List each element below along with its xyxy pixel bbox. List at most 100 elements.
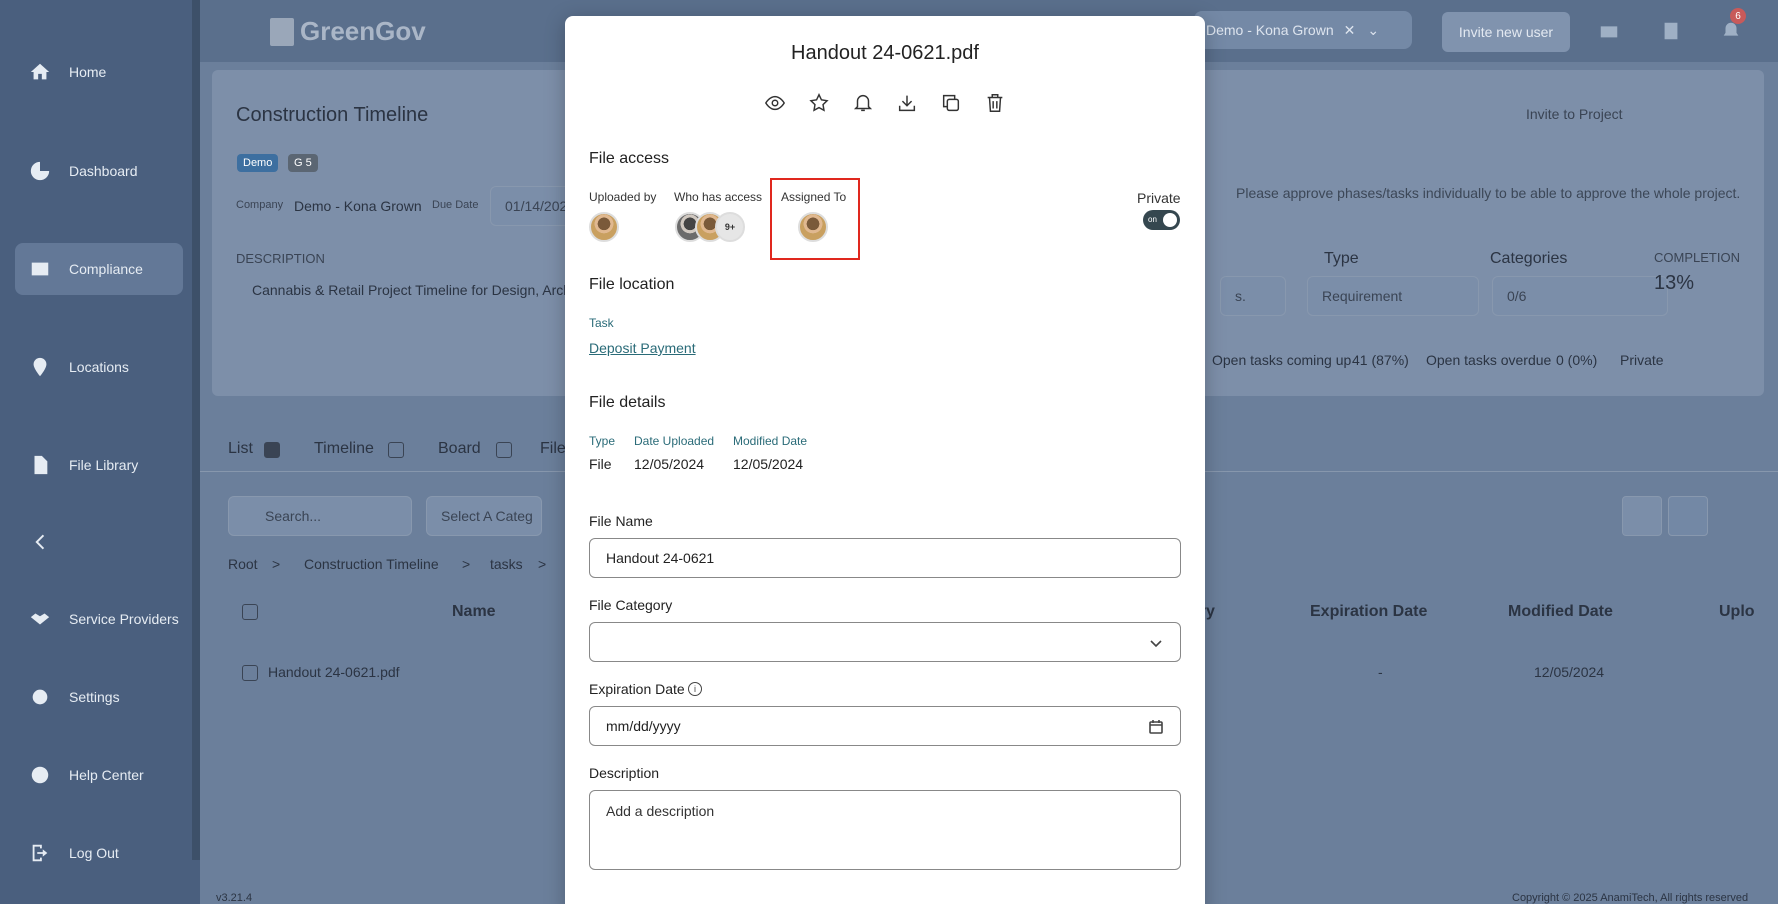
table-row-expiration: - (1378, 664, 1383, 680)
project-title: Construction Timeline (236, 104, 429, 126)
file-access-title: File access (589, 150, 670, 167)
view-icon[interactable] (764, 92, 786, 114)
help-icon (27, 762, 53, 788)
categories-select[interactable]: 0/6 (1492, 276, 1668, 316)
tab-timeline[interactable]: Timeline (314, 440, 374, 458)
compliance-icon (27, 256, 53, 282)
close-icon[interactable]: ✕ (1344, 22, 1356, 39)
breadcrumb-root[interactable]: Root (228, 556, 258, 572)
sidebar-item-label: Help Center (69, 767, 144, 783)
sidebar-item-logout[interactable]: Log Out (15, 827, 183, 879)
logo: GreenGov (270, 16, 426, 47)
building-icon (270, 17, 294, 46)
chevron-down-icon[interactable]: ⌄ (1367, 22, 1379, 39)
modified-date-value: 12/05/2024 (733, 456, 804, 472)
breadcrumb-project[interactable]: Construction Timeline (304, 556, 439, 572)
sidebar-item-settings[interactable]: Settings (15, 671, 183, 723)
tab-file[interactable]: File (540, 440, 566, 458)
sidebar-item-compliance[interactable]: Compliance (15, 243, 183, 295)
description-value: Cannabis & Retail Project Timeline for D… (252, 282, 572, 298)
notification-badge: 6 (1730, 8, 1746, 24)
tab-board[interactable]: Board (438, 440, 481, 458)
modal-actions (565, 92, 1205, 114)
column-header-name[interactable]: Name (452, 603, 496, 621)
version-text: v3.21.4 (216, 892, 253, 904)
select-all-checkbox[interactable] (242, 604, 258, 620)
breadcrumb-separator: > (272, 556, 281, 572)
search-input[interactable]: Search... (228, 496, 412, 536)
calendar-icon[interactable] (1148, 719, 1164, 735)
approve-note: Please approve phases/tasks individually… (1236, 185, 1741, 201)
table-row-file-name[interactable]: Handout 24-0621.pdf (268, 664, 400, 680)
company-selector[interactable]: Demo - Kona Grown ✕ ⌄ (1194, 11, 1412, 49)
sidebar-item-file-library[interactable]: File Library (15, 439, 183, 491)
column-header-expiration[interactable]: Expiration Date (1310, 603, 1427, 621)
file-location-title: File location (589, 276, 675, 293)
sidebar-item-label: Locations (69, 359, 129, 375)
download-icon[interactable] (896, 92, 918, 114)
company-value: Demo - Kona Grown (294, 198, 422, 214)
column-header-modified[interactable]: Modified Date (1508, 603, 1613, 621)
column-header-uploaded[interactable]: Uplo (1719, 603, 1755, 621)
date-uploaded-value: 12/05/2024 (634, 456, 705, 472)
file-name-input[interactable]: Handout 24-0621 (589, 538, 1181, 578)
bell-icon[interactable] (852, 92, 874, 114)
briefcase-icon[interactable] (1598, 20, 1620, 42)
breadcrumb-tasks[interactable]: tasks (490, 556, 523, 572)
sidebar-item-label: Log Out (69, 845, 119, 861)
sidebar-item-label: Home (69, 64, 107, 80)
category-select[interactable]: Select A Categ (426, 496, 542, 536)
toggle-knob (1163, 213, 1177, 227)
description-textarea[interactable]: Add a description (589, 790, 1181, 870)
export-button[interactable] (1622, 496, 1662, 536)
avatar[interactable] (589, 212, 619, 242)
sidebar-item-help-center[interactable]: Help Center (15, 749, 183, 801)
breadcrumb-separator: > (462, 556, 471, 572)
more-users-badge[interactable]: 9+ (715, 212, 745, 242)
sidebar-item-label: Compliance (69, 261, 143, 277)
document-icon[interactable] (1660, 20, 1682, 42)
table-row-modified: 12/05/2024 (1534, 664, 1605, 680)
private-toggle[interactable]: on (1143, 210, 1180, 230)
dashboard-icon (27, 158, 53, 184)
sidebar-item-label: Settings (69, 689, 120, 705)
type-select[interactable]: Requirement (1307, 276, 1479, 316)
chevron-down-icon (1148, 635, 1164, 651)
breadcrumb-separator: > (538, 556, 547, 572)
sidebar-item-home[interactable]: Home (15, 46, 183, 98)
list-view-button[interactable] (1668, 496, 1708, 536)
copy-icon[interactable] (940, 92, 962, 114)
invite-user-button[interactable]: Invite new user (1442, 12, 1570, 52)
list-checkbox[interactable] (264, 442, 280, 458)
sidebar: Home Dashboard Compliance Locations File… (0, 0, 200, 904)
sidebar-collapse-button[interactable] (15, 516, 183, 568)
sidebar-item-service-providers[interactable]: Service Providers (15, 593, 183, 645)
sidebar-scrollbar[interactable] (192, 0, 200, 860)
file-icon (27, 452, 53, 478)
file-details-modal: Handout 24-0621.pdf File access Uploaded… (565, 16, 1205, 904)
row-checkbox[interactable] (242, 665, 258, 681)
sidebar-item-locations[interactable]: Locations (15, 341, 183, 393)
modal-title: Handout 24-0621.pdf (791, 42, 979, 64)
chevron-left-icon (27, 529, 53, 555)
copyright-text: Copyright © 2025 AnamiTech, All rights r… (1512, 892, 1749, 904)
trash-icon[interactable] (984, 92, 1006, 114)
board-checkbox[interactable] (496, 442, 512, 458)
info-icon[interactable]: i (688, 682, 702, 696)
status-select[interactable]: s. (1220, 276, 1286, 316)
invite-to-project-button[interactable]: Invite to Project (1526, 106, 1623, 122)
handshake-icon (27, 606, 53, 632)
type-value: File (589, 456, 612, 472)
file-category-select[interactable] (589, 622, 1181, 662)
timeline-checkbox[interactable] (388, 442, 404, 458)
tag-g5: G 5 (288, 154, 318, 172)
task-link[interactable]: Deposit Payment (589, 340, 696, 356)
tab-list[interactable]: List (228, 440, 253, 458)
sidebar-item-label: File Library (69, 457, 139, 473)
sidebar-item-dashboard[interactable]: Dashboard (15, 145, 183, 197)
star-icon[interactable] (808, 92, 830, 114)
expiration-date-input[interactable]: mm/dd/yyyy (589, 706, 1181, 746)
gear-icon (27, 684, 53, 710)
grid-view-button[interactable] (1708, 496, 1748, 536)
completion-value: 13% (1654, 272, 1695, 294)
